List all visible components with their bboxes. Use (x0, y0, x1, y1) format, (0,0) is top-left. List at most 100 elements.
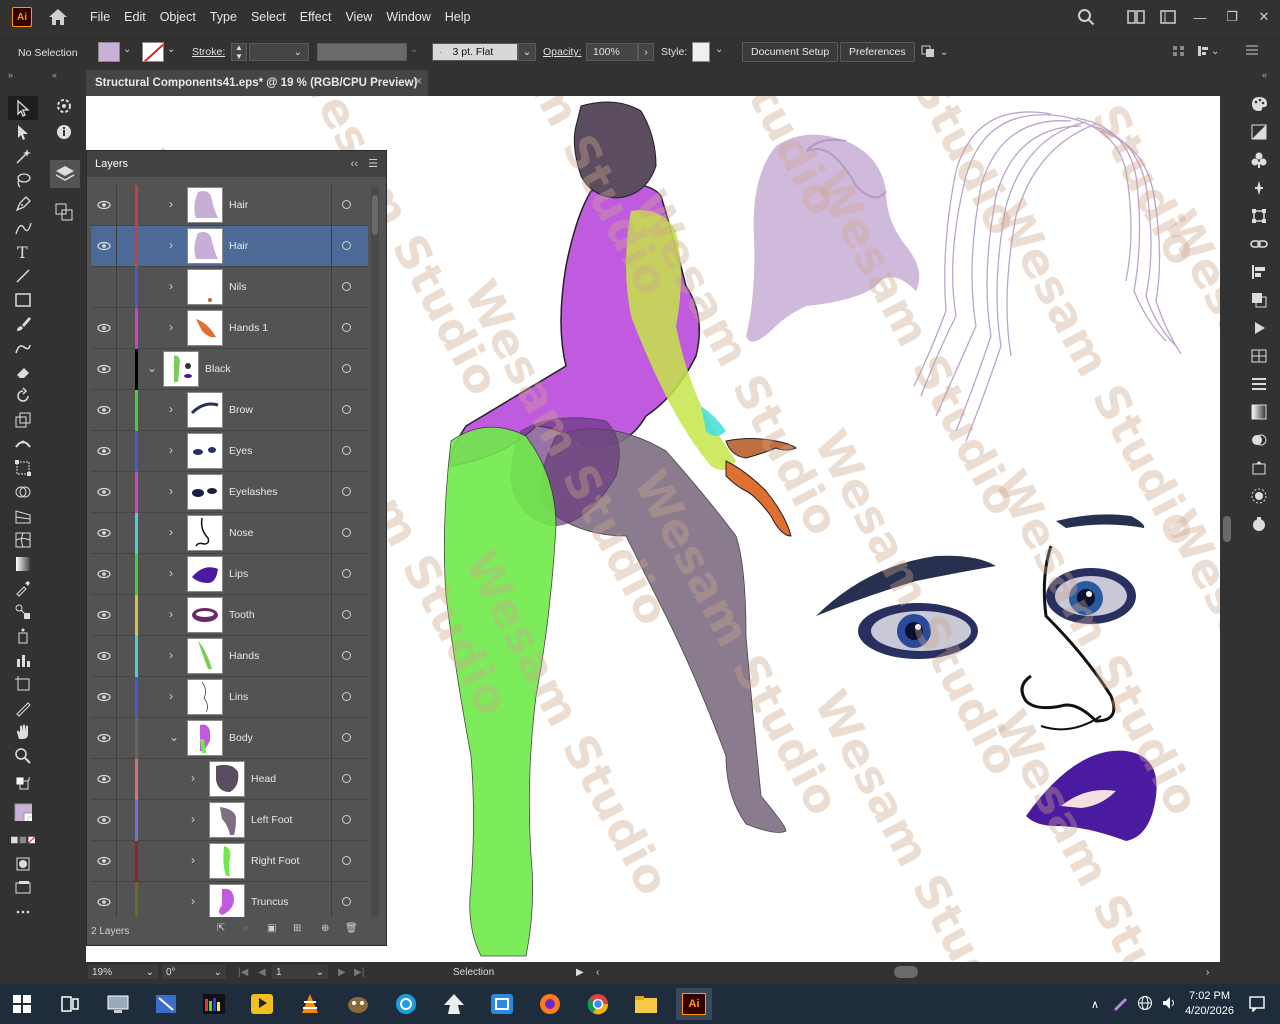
pathfinder-icon[interactable] (1241, 286, 1277, 314)
inkscape-icon[interactable] (436, 988, 472, 1020)
info-icon[interactable] (54, 122, 74, 145)
document-setup-button[interactable]: Document Setup (742, 42, 839, 62)
lasso-tool-icon[interactable] (8, 168, 38, 192)
layer-row[interactable]: › Head (91, 759, 368, 800)
layer-target-circle[interactable] (342, 282, 351, 291)
file-explorer-icon[interactable] (628, 988, 664, 1020)
layer-target-circle[interactable] (342, 815, 351, 824)
studio-app-icon[interactable] (196, 988, 232, 1020)
eyedropper-tool-icon[interactable] (8, 576, 38, 600)
chevron-down-icon[interactable]: ⌄ (715, 44, 723, 55)
layer-row[interactable]: › Lins (91, 677, 368, 718)
globe-icon[interactable] (1137, 995, 1153, 1014)
player-app-icon[interactable] (244, 988, 280, 1020)
visibility-eye-icon[interactable] (97, 364, 111, 374)
drawing-mode-icon[interactable] (8, 852, 38, 876)
layer-row[interactable]: › Hair (91, 226, 368, 267)
artboard-number-field[interactable]: 1 ⌄ (272, 965, 328, 979)
visibility-eye-icon[interactable] (97, 856, 111, 866)
visibility-eye-icon[interactable] (97, 692, 111, 702)
layer-row[interactable]: › Eyelashes (91, 472, 368, 513)
task-view-icon[interactable] (52, 988, 88, 1020)
firefox-icon[interactable] (532, 988, 568, 1020)
layer-target-circle[interactable] (342, 323, 351, 332)
layer-target-circle[interactable] (342, 733, 351, 742)
arrange-documents-icon[interactable] (1152, 5, 1184, 29)
eraser-tool-icon[interactable] (8, 360, 38, 384)
chrome-icon[interactable] (580, 988, 616, 1020)
menu-help[interactable]: Help (445, 10, 471, 24)
first-artboard-icon[interactable]: |◀ (238, 967, 248, 978)
menu-view[interactable]: View (345, 10, 372, 24)
layer-target-circle[interactable] (342, 692, 351, 701)
gimp-icon[interactable] (340, 988, 376, 1020)
stroke-weight-field[interactable]: ⌄ (249, 43, 309, 61)
menu-file[interactable]: File (90, 10, 110, 24)
curvature-tool-icon[interactable] (8, 216, 38, 240)
layer-name[interactable]: Eyes (229, 445, 252, 457)
visibility-eye-icon[interactable] (97, 528, 111, 538)
export-icon[interactable] (1241, 454, 1277, 482)
collapse-panel-icon[interactable]: ‹‹ (351, 158, 358, 170)
rotation-field[interactable]: 0° ⌄ (162, 965, 226, 979)
chevron-up-icon[interactable]: ∧ (1091, 998, 1099, 1011)
brushes-icon[interactable] (1241, 174, 1277, 202)
layer-row[interactable]: › Tooth (91, 595, 368, 636)
visibility-eye-icon[interactable] (97, 200, 111, 210)
layer-name[interactable]: Truncus (251, 896, 289, 908)
transparency-icon[interactable] (1241, 426, 1277, 454)
close-icon[interactable]: ✕ (1248, 5, 1280, 29)
layer-name[interactable]: Tooth (229, 609, 255, 621)
layer-name[interactable]: Body (229, 732, 253, 744)
visibility-eye-icon[interactable] (97, 774, 111, 784)
chevron-right-icon[interactable]: › (191, 853, 201, 867)
layer-target-circle[interactable] (342, 569, 351, 578)
layer-name[interactable]: Head (251, 773, 276, 785)
scroll-thumb[interactable] (1223, 516, 1231, 542)
layer-name[interactable]: Hands 1 (229, 322, 268, 334)
layer-target-circle[interactable] (342, 856, 351, 865)
layer-row[interactable]: › Lips (91, 554, 368, 595)
mesh-tool-icon[interactable] (8, 528, 38, 552)
layer-row[interactable]: › Hands 1 (91, 308, 368, 349)
layer-target-circle[interactable] (342, 200, 351, 209)
layer-name[interactable]: Right Foot (251, 855, 299, 867)
visibility-eye-icon[interactable] (97, 323, 111, 333)
chevron-down-icon[interactable]: ⌄ (167, 44, 175, 55)
layer-row[interactable]: ⌄ Black (91, 349, 368, 390)
layer-name[interactable]: Hair (229, 199, 248, 211)
menu-object[interactable]: Object (160, 10, 196, 24)
layer-target-circle[interactable] (342, 897, 351, 906)
chevron-right-icon[interactable]: › (169, 197, 179, 211)
opacity-label[interactable]: Opacity: (543, 46, 582, 58)
layer-target-circle[interactable] (342, 528, 351, 537)
panel-menu-icon[interactable]: ☰ (368, 157, 378, 170)
transform-panel-icon[interactable] (1241, 202, 1277, 230)
chevron-right-icon[interactable]: › (169, 320, 179, 334)
chevron-right-icon[interactable]: › (169, 443, 179, 457)
layer-row[interactable]: ⌄ Body (91, 718, 368, 759)
visibility-eye-icon[interactable] (97, 487, 111, 497)
scroll-left-icon[interactable]: ‹ (596, 967, 599, 978)
layer-row[interactable]: › Brow (91, 390, 368, 431)
slice-tool-icon[interactable] (8, 696, 38, 720)
layer-target-circle[interactable] (342, 774, 351, 783)
preferences-button[interactable]: Preferences (840, 42, 915, 62)
free-transform-tool-icon[interactable] (8, 456, 38, 480)
actions-icon[interactable] (1241, 314, 1277, 342)
layers-scrollbar[interactable] (371, 187, 379, 917)
vertical-scrollbar[interactable] (1220, 96, 1234, 962)
vlc-icon[interactable] (292, 988, 328, 1020)
shape-builder-tool-icon[interactable] (8, 480, 38, 504)
width-tool-icon[interactable] (8, 432, 38, 456)
workspace-switcher-icon[interactable] (1120, 5, 1152, 29)
menu-window[interactable]: Window (386, 10, 430, 24)
blend-tool-icon[interactable] (8, 600, 38, 624)
chevron-right-icon[interactable]: › (191, 771, 201, 785)
color-palette-icon[interactable] (1241, 90, 1277, 118)
chevron-right-icon[interactable]: › (169, 402, 179, 416)
transform-icon[interactable]: ⌄ (1196, 44, 1220, 61)
scale-tool-icon[interactable] (8, 408, 38, 432)
layer-target-circle[interactable] (342, 446, 351, 455)
color-mode-icons[interactable] (8, 828, 38, 852)
